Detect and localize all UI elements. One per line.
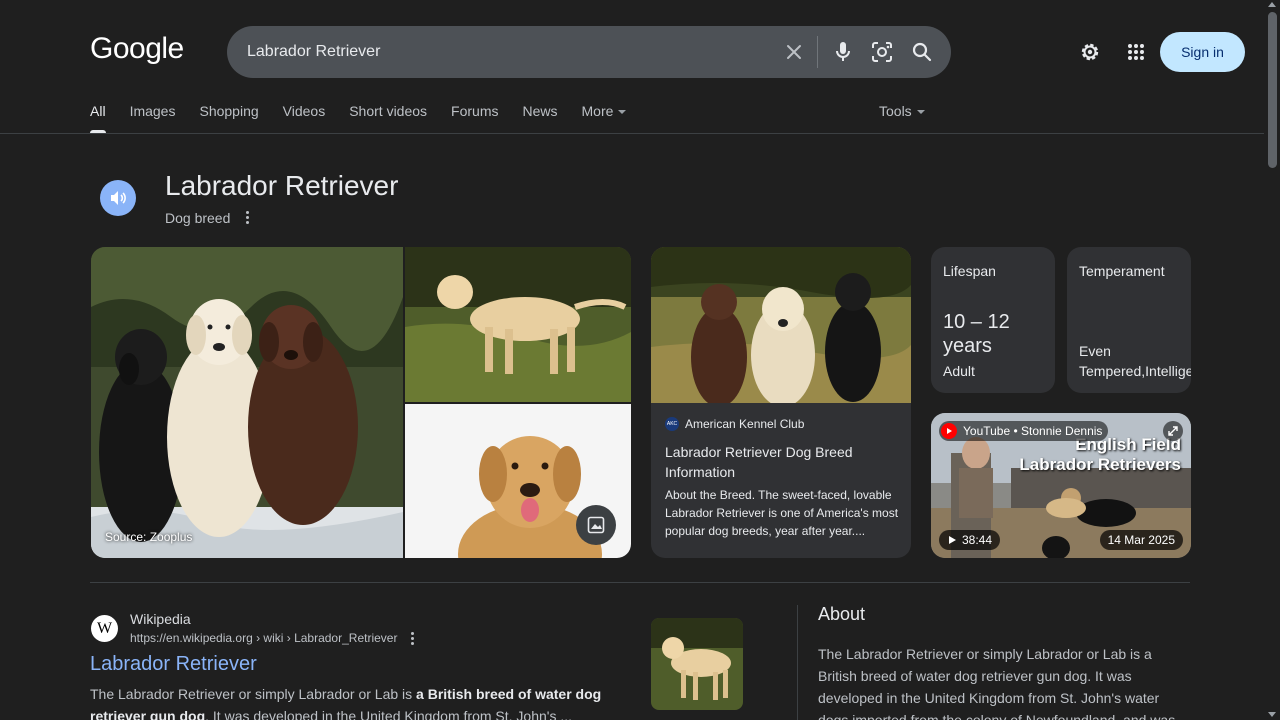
labradors-group-image[interactable]: Source: Zooplus bbox=[91, 247, 403, 558]
video-source-label: YouTube • Stonnie Dennis bbox=[963, 424, 1103, 438]
tab-all[interactable]: All bbox=[90, 100, 106, 133]
tab-more[interactable]: More bbox=[582, 100, 627, 133]
kebab-icon[interactable] bbox=[404, 630, 420, 646]
about-text: The Labrador Retriever or simply Labrado… bbox=[818, 646, 1176, 720]
tools-label: Tools bbox=[879, 103, 912, 119]
search-input[interactable] bbox=[247, 40, 767, 64]
tab-forums[interactable]: Forums bbox=[451, 100, 498, 133]
search-box[interactable] bbox=[227, 26, 951, 78]
header: Google Sign in bbox=[0, 0, 1264, 100]
apps-icon[interactable] bbox=[1122, 38, 1150, 66]
tab-more-label: More bbox=[581, 103, 614, 119]
image-search-icon[interactable] bbox=[576, 505, 616, 545]
temperament-label: Temperament bbox=[1079, 263, 1165, 279]
video-source: YouTube • Stonnie Dennis bbox=[939, 421, 1109, 441]
image-collage[interactable]: Source: Zooplus bbox=[91, 247, 631, 558]
tab-images[interactable]: Images bbox=[130, 100, 176, 133]
akc-card[interactable]: AKC American Kennel Club Labrador Retrie… bbox=[651, 247, 911, 558]
youtube-icon bbox=[941, 423, 957, 439]
temperament-card[interactable]: Temperament Even Tempered,Intelligent bbox=[1067, 247, 1191, 393]
lifespan-sub: Adult bbox=[943, 363, 975, 379]
result-url[interactable]: https://en.wikipedia.org › wiki › Labrad… bbox=[130, 631, 397, 645]
tab-videos[interactable]: Videos bbox=[283, 100, 326, 133]
result-title-link[interactable]: Labrador Retriever bbox=[90, 653, 257, 676]
lens-icon[interactable] bbox=[868, 38, 896, 66]
akc-source-name: American Kennel Club bbox=[685, 417, 805, 431]
gear-icon[interactable] bbox=[1076, 38, 1104, 66]
akc-source: AKC American Kennel Club bbox=[665, 417, 804, 431]
video-overlay-title-line-2: Labrador Retrievers bbox=[1019, 455, 1181, 474]
kebab-icon[interactable] bbox=[238, 208, 256, 226]
akc-dogs-image bbox=[651, 247, 911, 407]
tools-button[interactable]: Tools bbox=[879, 100, 925, 122]
scroll-up-arrow-icon[interactable] bbox=[1268, 2, 1276, 7]
about-heading: About bbox=[818, 604, 866, 624]
video-duration-label: 38:44 bbox=[962, 533, 993, 547]
search-divider bbox=[817, 36, 818, 68]
akc-description: About the Breed. The sweet-faced, lovabl… bbox=[665, 488, 899, 538]
result-snippet-pre: The Labrador Retriever or simply Labrado… bbox=[90, 686, 417, 702]
section-divider bbox=[90, 582, 1190, 583]
video-date: 14 Mar 2025 bbox=[1099, 530, 1183, 550]
search-icon[interactable] bbox=[908, 38, 936, 66]
video-overlay-title: English Field Labrador Retrievers bbox=[1019, 435, 1181, 475]
temperament-value-line-1: Even bbox=[1079, 343, 1111, 359]
tab-short-videos[interactable]: Short videos bbox=[349, 100, 427, 133]
wikipedia-favicon: W bbox=[91, 615, 118, 642]
lifespan-card[interactable]: Lifespan 10 – 12 years Adult bbox=[931, 247, 1055, 393]
result-snippet-post: . It was developed in the United Kingdom… bbox=[205, 708, 573, 720]
video-card[interactable]: English Field Labrador Retrievers YouTub… bbox=[931, 413, 1191, 558]
lifespan-label: Lifespan bbox=[943, 263, 996, 279]
expand-icon[interactable] bbox=[1163, 421, 1183, 441]
result-site-name[interactable]: Wikipedia bbox=[130, 611, 191, 627]
caret-down-icon bbox=[618, 110, 627, 115]
clear-icon[interactable] bbox=[780, 38, 808, 66]
scroll-thumb[interactable] bbox=[1268, 12, 1277, 168]
about-divider bbox=[797, 605, 798, 720]
yellow-lab-standing-image[interactable] bbox=[405, 247, 631, 402]
page-scrollbar[interactable] bbox=[1264, 0, 1280, 720]
search-tabs: All Images Shopping Videos Short videos … bbox=[90, 100, 650, 133]
knowledge-title: Labrador Retriever bbox=[165, 170, 399, 201]
video-duration: 38:44 bbox=[939, 530, 1001, 550]
caret-down-icon bbox=[916, 110, 925, 115]
mic-icon[interactable] bbox=[829, 38, 857, 66]
akc-logo: AKC bbox=[665, 417, 679, 431]
knowledge-subtitle: Dog breed bbox=[165, 210, 231, 226]
tab-shopping[interactable]: Shopping bbox=[199, 100, 258, 133]
scroll-down-arrow-icon[interactable] bbox=[1268, 712, 1276, 717]
google-logo[interactable]: Google bbox=[90, 32, 184, 66]
play-icon bbox=[949, 536, 956, 544]
akc-title[interactable]: Labrador Retriever Dog Breed Information bbox=[665, 442, 895, 482]
temperament-value-line-2: Tempered,Intelligent bbox=[1079, 363, 1191, 379]
tabs-divider bbox=[0, 133, 1264, 134]
yellow-lab-portrait-image[interactable] bbox=[405, 404, 631, 558]
tab-news[interactable]: News bbox=[523, 100, 558, 133]
speaker-icon[interactable] bbox=[100, 180, 136, 216]
sign-in-button[interactable]: Sign in bbox=[1160, 32, 1245, 72]
image-source-label: Source: Zooplus bbox=[105, 530, 193, 544]
result-thumbnail[interactable] bbox=[651, 618, 743, 710]
result-snippet: The Labrador Retriever or simply Labrado… bbox=[90, 683, 610, 720]
lifespan-value: 10 – 12 years bbox=[943, 311, 1010, 357]
